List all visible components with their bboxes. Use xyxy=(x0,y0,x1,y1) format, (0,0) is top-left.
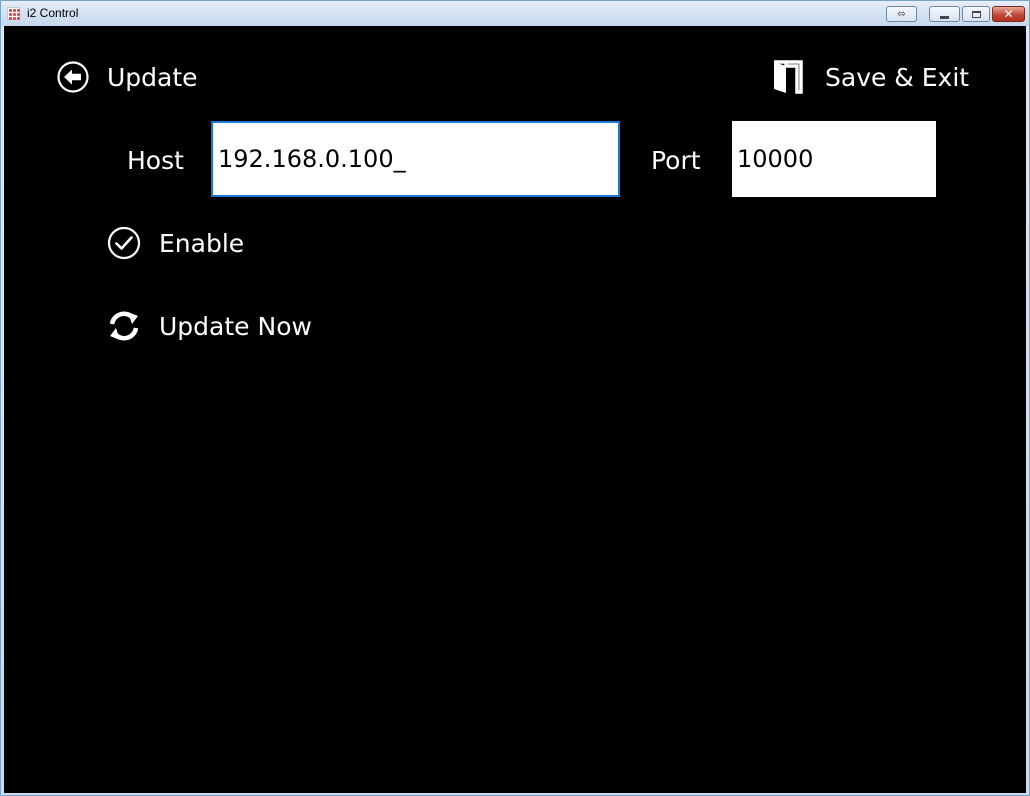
maximize-icon xyxy=(971,10,981,18)
update-now-button[interactable]: Update Now xyxy=(107,309,312,343)
window-title: i2 Control xyxy=(27,6,79,20)
checkmark-circle-icon xyxy=(107,226,141,260)
back-update-button[interactable]: Update xyxy=(57,61,198,93)
door-exit-icon xyxy=(772,60,803,94)
minimize-icon xyxy=(940,15,949,19)
host-label: Host xyxy=(127,146,184,175)
minimize-button[interactable] xyxy=(929,6,960,22)
snap-arrows-icon: ⬄ xyxy=(897,8,906,20)
save-exit-label: Save & Exit xyxy=(825,62,970,92)
title-bar[interactable]: i2 Control ⬄ ✕ xyxy=(1,1,1029,26)
enable-toggle[interactable]: Enable xyxy=(107,226,244,260)
port-input[interactable] xyxy=(732,121,936,197)
app-icon[interactable] xyxy=(7,7,20,20)
app-window: i2 Control ⬄ ✕ Update Save & Exit Host 1… xyxy=(0,0,1030,796)
back-arrow-circle-icon xyxy=(57,61,89,93)
port-label: Port xyxy=(651,146,701,175)
back-update-label: Update xyxy=(107,62,198,92)
close-button[interactable]: ✕ xyxy=(992,6,1025,22)
client-area: Update Save & Exit Host Port Enable xyxy=(4,26,1026,793)
update-now-label: Update Now xyxy=(159,311,312,341)
host-input[interactable] xyxy=(211,121,620,197)
save-exit-button[interactable]: Save & Exit xyxy=(772,60,969,94)
refresh-icon xyxy=(107,309,141,343)
enable-label: Enable xyxy=(159,228,245,258)
maximize-button[interactable] xyxy=(962,6,990,22)
snap-button[interactable]: ⬄ xyxy=(886,6,917,22)
close-icon: ✕ xyxy=(1003,7,1014,21)
